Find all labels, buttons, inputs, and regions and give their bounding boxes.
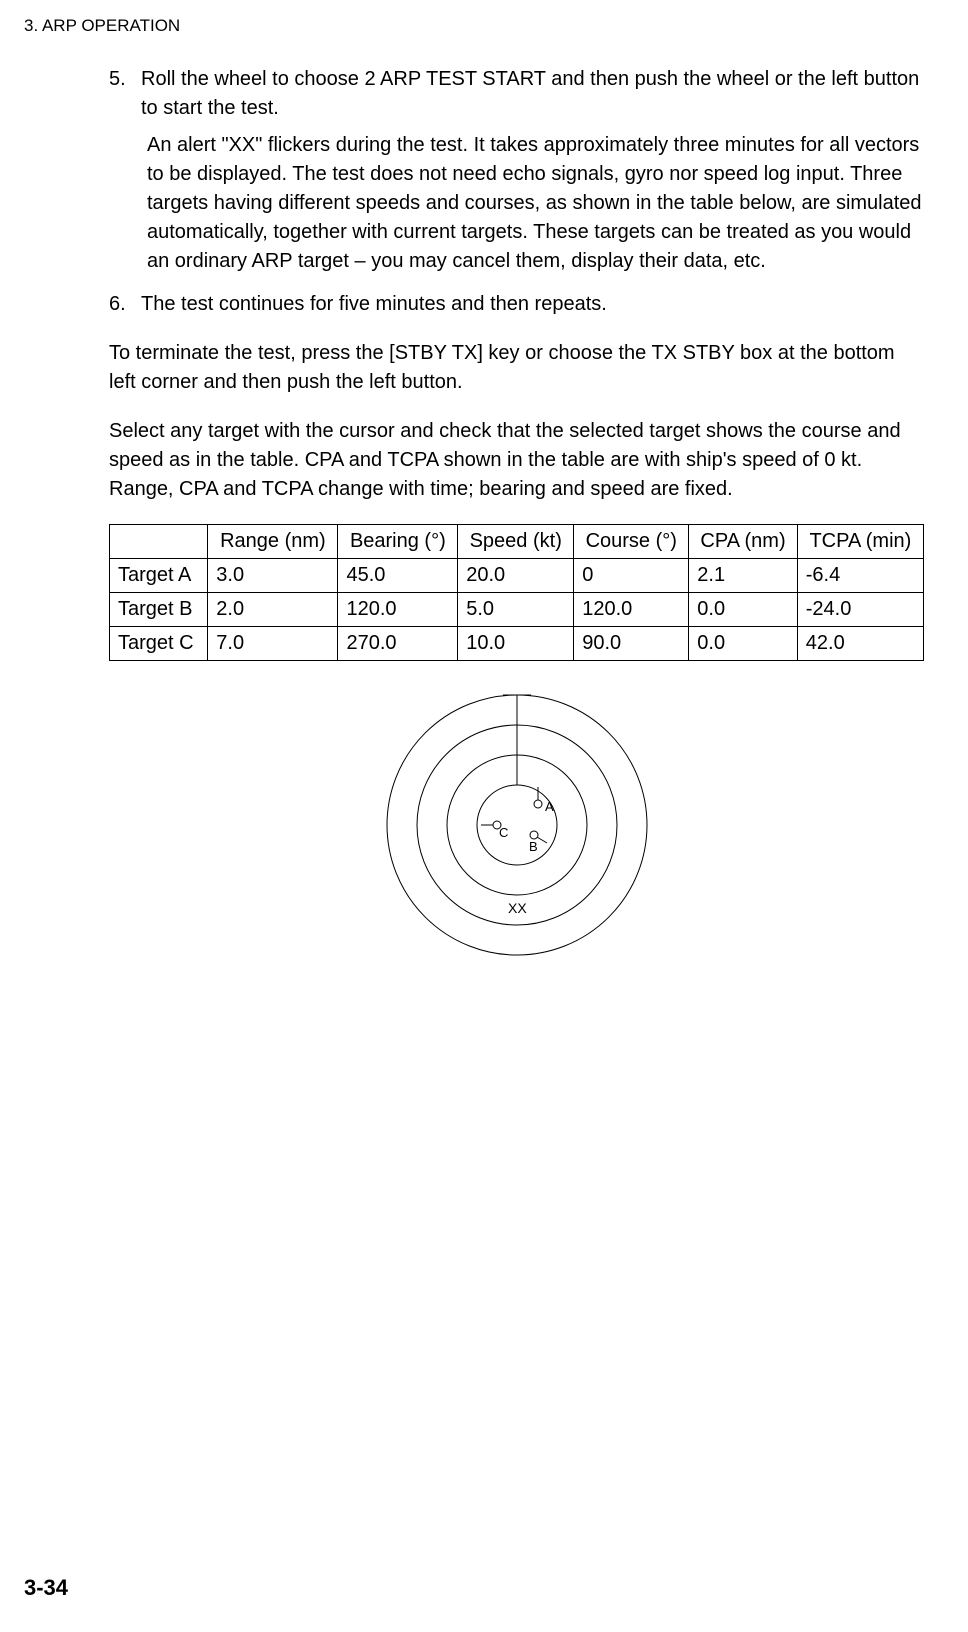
cell: 90.0	[574, 626, 689, 660]
table-row: Target C 7.0 270.0 10.0 90.0 0.0 42.0	[110, 626, 924, 660]
th-tcpa: TCPA (min)	[797, 524, 923, 558]
cell: 20.0	[458, 558, 574, 592]
th-bearing: Bearing (°)	[338, 524, 458, 558]
table-header-row: Range (nm) Bearing (°) Speed (kt) Course…	[110, 524, 924, 558]
cell: 2.1	[689, 558, 798, 592]
cell: 2.0	[208, 592, 338, 626]
radar-diagram: A B C XX	[109, 685, 924, 974]
item5-sub: An alert "XX" flickers during the test. …	[141, 131, 924, 276]
target-c-label: C	[499, 825, 508, 840]
xx-label: XX	[508, 900, 527, 916]
list-number: 6.	[109, 290, 141, 319]
cell: 0.0	[689, 592, 798, 626]
cell: 45.0	[338, 558, 458, 592]
target-a-label: A	[545, 799, 554, 814]
cell: 120.0	[574, 592, 689, 626]
cell: 5.0	[458, 592, 574, 626]
section-header: 3. ARP OPERATION	[24, 14, 924, 39]
paragraph-2: Select any target with the cursor and ch…	[109, 417, 924, 504]
th-cpa: CPA (nm)	[689, 524, 798, 558]
cell: 0.0	[689, 626, 798, 660]
radar-svg: A B C XX	[377, 685, 657, 965]
main-content: 5. Roll the wheel to choose 2 ARP TEST S…	[24, 65, 924, 974]
target-b-label: B	[529, 839, 538, 854]
cell: 42.0	[797, 626, 923, 660]
th-speed: Speed (kt)	[458, 524, 574, 558]
cell: 10.0	[458, 626, 574, 660]
cell: 120.0	[338, 592, 458, 626]
cell: 7.0	[208, 626, 338, 660]
cell: -6.4	[797, 558, 923, 592]
item5-text: Roll the wheel to choose 2 ARP TEST STAR…	[141, 68, 919, 119]
cell: 3.0	[208, 558, 338, 592]
table-row: Target B 2.0 120.0 5.0 120.0 0.0 -24.0	[110, 592, 924, 626]
cell: Target A	[110, 558, 208, 592]
table-row: Target A 3.0 45.0 20.0 0 2.1 -6.4	[110, 558, 924, 592]
page-number: 3-34	[24, 1572, 68, 1604]
paragraph-1: To terminate the test, press the [STBY T…	[109, 339, 924, 397]
list-number: 5.	[109, 65, 141, 286]
cell: 0	[574, 558, 689, 592]
th-course: Course (°)	[574, 524, 689, 558]
cell: 270.0	[338, 626, 458, 660]
cell: Target B	[110, 592, 208, 626]
list-body: Roll the wheel to choose 2 ARP TEST STAR…	[141, 65, 924, 286]
th-blank	[110, 524, 208, 558]
item6-text: The test continues for five minutes and …	[141, 290, 924, 319]
cell: -24.0	[797, 592, 923, 626]
list-item-6: 6. The test continues for five minutes a…	[109, 290, 924, 319]
target-table: Range (nm) Bearing (°) Speed (kt) Course…	[109, 524, 924, 661]
th-range: Range (nm)	[208, 524, 338, 558]
cell: Target C	[110, 626, 208, 660]
list-item-5: 5. Roll the wheel to choose 2 ARP TEST S…	[109, 65, 924, 286]
